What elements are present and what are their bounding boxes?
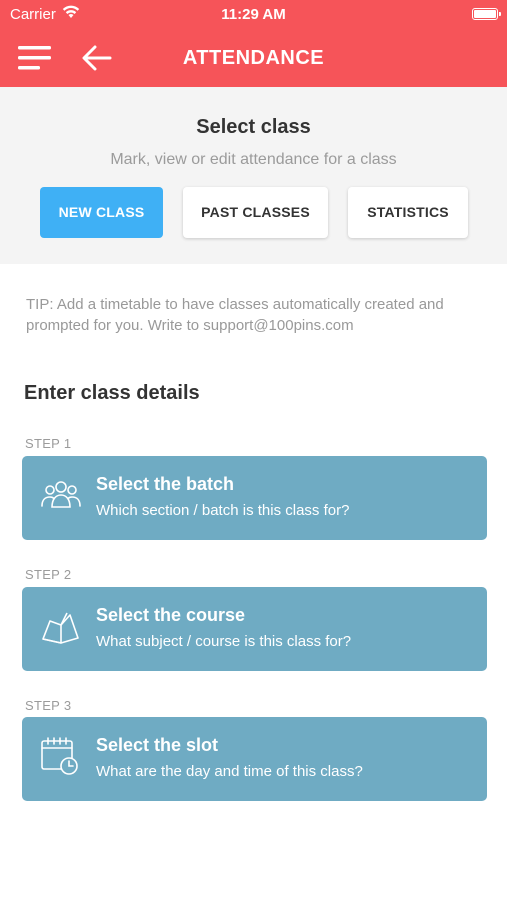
- select-slot-button[interactable]: Select the slot What are the day and tim…: [22, 717, 487, 801]
- card-subtitle: What are the day and time of this class?: [96, 763, 363, 780]
- select-class-panel: Select class Mark, view or edit attendan…: [0, 87, 507, 264]
- card-title: Select the course: [96, 605, 246, 625]
- step-label: STEP 3: [25, 698, 72, 713]
- card-subtitle: Which section / batch is this class for?: [96, 502, 350, 519]
- step-label: STEP 1: [25, 436, 72, 451]
- class-details-title: Enter class details: [24, 382, 200, 404]
- tab-past-classes[interactable]: PAST CLASSES: [183, 187, 328, 238]
- calendar-clock-icon: [41, 737, 78, 775]
- select-course-button[interactable]: Select the course What subject / course …: [22, 587, 487, 671]
- select-class-title: Select class: [196, 116, 311, 138]
- step-label: STEP 2: [25, 567, 72, 582]
- page-title: ATTENDANCE: [182, 47, 325, 69]
- tip-text: TIP: Add a timetable to have classes aut…: [26, 296, 444, 334]
- group-icon: [41, 481, 81, 508]
- select-class-subtitle: Mark, view or edit attendance for a clas…: [110, 151, 397, 168]
- battery-icon: [472, 8, 501, 20]
- card-title: Select the batch: [96, 474, 235, 494]
- select-batch-button[interactable]: Select the batch Which section / batch i…: [22, 456, 487, 540]
- book-icon: [42, 612, 79, 644]
- tab-new-class[interactable]: NEW CLASS: [40, 187, 163, 238]
- tab-statistics[interactable]: STATISTICS: [348, 187, 468, 238]
- card-title: Select the slot: [96, 735, 219, 755]
- card-subtitle: What subject / course is this class for?: [96, 633, 352, 650]
- clock: 11:29 AM: [221, 6, 286, 23]
- app-header: Carrier 11:29 AM ATTENDANCE: [0, 0, 507, 87]
- status-bar: Carrier 11:29 AM: [0, 0, 507, 28]
